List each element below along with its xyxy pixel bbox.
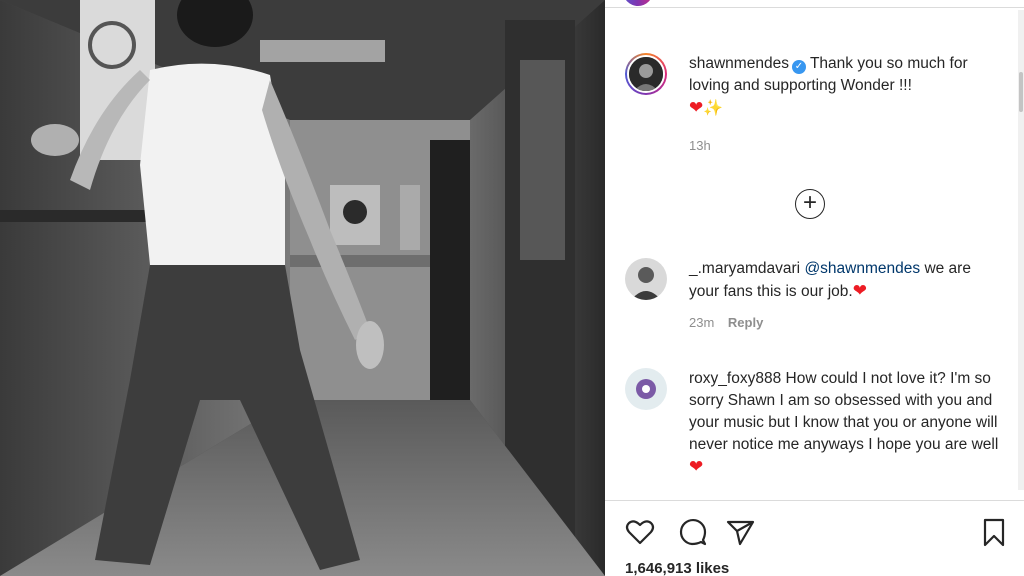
comment-username[interactable]: roxy_foxy888 — [689, 370, 781, 387]
caption-time[interactable]: 13h — [689, 138, 711, 153]
paper-plane-icon[interactable] — [723, 515, 757, 549]
caption-avatar[interactable] — [625, 53, 667, 95]
verified-badge-icon: ✓ — [791, 60, 806, 74]
comment-icon[interactable] — [675, 515, 709, 549]
commenter-avatar[interactable] — [625, 258, 667, 300]
header-avatar[interactable] — [623, 0, 653, 6]
comment-time[interactable]: 23m — [689, 315, 714, 330]
comment-meta: 23m Reply — [689, 315, 1005, 330]
hallway-photo-image — [0, 0, 605, 576]
comment-username[interactable]: _.maryamdavari — [689, 260, 800, 277]
action-bar: 1,646,913 likes — [605, 500, 1024, 576]
caption: shawnmendes ✓ Thank you so much for loving… — [625, 53, 1005, 153]
comment-text-block: roxy_foxy888 How could I not love it? I'… — [689, 368, 1005, 479]
heart-emoji-icon: ❤ — [852, 281, 867, 300]
commenter-avatar[interactable] — [625, 368, 667, 410]
profile-avatar-icon — [627, 55, 665, 93]
scrollbar-thumb[interactable] — [1019, 72, 1023, 112]
heart-emoji-icon: ❤ — [689, 457, 704, 476]
caption-meta: 13h — [689, 138, 1005, 153]
heart-emoji-icon: ❤ — [689, 98, 704, 117]
caption-username[interactable]: shawnmendes — [689, 55, 789, 72]
heart-icon[interactable] — [623, 515, 657, 549]
sparkles-emoji-icon: ✨ — [703, 100, 724, 117]
comments-scrollbar[interactable] — [1018, 10, 1024, 490]
reply-button[interactable]: Reply — [728, 315, 763, 330]
caption-text-block: shawnmendes ✓ Thank you so much for loving… — [689, 53, 1005, 120]
comments-panel: shawnmendes ✓ Thank you so much for loving… — [605, 0, 1024, 576]
bookmark-icon[interactable] — [977, 515, 1011, 549]
likes-count[interactable]: 1,646,913 likes — [625, 560, 729, 576]
header-divider — [605, 0, 1024, 8]
list-item: _.maryamdavari @shawnmendes we are your … — [625, 258, 1005, 330]
plus-circle-icon[interactable]: + — [795, 189, 825, 219]
comment-mention[interactable]: @shawnmendes — [804, 260, 920, 277]
comment-text-block: _.maryamdavari @shawnmendes we are your … — [689, 258, 1005, 303]
post-photo[interactable] — [0, 0, 605, 576]
list-item: roxy_foxy888 How could I not love it? I'… — [625, 368, 1005, 479]
